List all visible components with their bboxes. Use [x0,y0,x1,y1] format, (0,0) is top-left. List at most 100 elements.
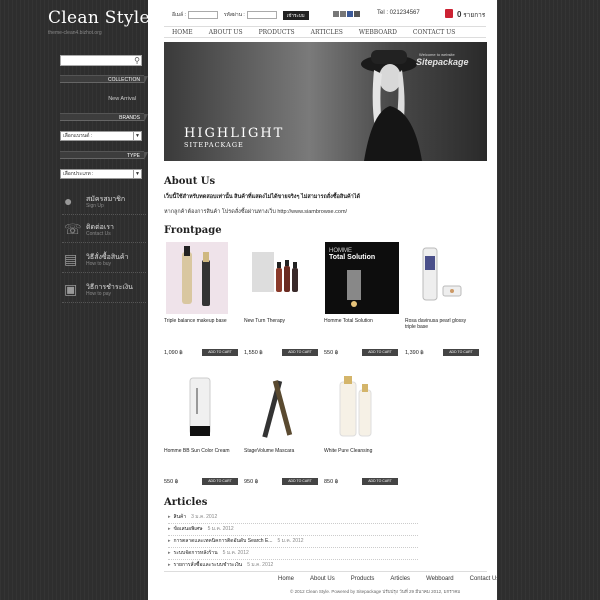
product-image[interactable] [326,372,388,444]
product-image[interactable] [246,242,308,314]
copyright: © 2012 Clean Style. Powered by Sitepacka… [290,589,461,594]
article-date: 5 ม.ค. 2012 [222,550,249,556]
article-title[interactable]: การตลาดและเทคนิคการติดอันดับ Search E... [174,538,273,544]
article-title[interactable]: ข้อเสนอพิเศษ [174,526,203,532]
brand-select-value: เลือกแบรนด์ : [63,133,93,139]
article-date: 5 ม.ค. 2012 [247,562,274,568]
sidebar-item-how-to-buy[interactable]: ▤ วิธีสั่งซื้อสินค้า How to buy [62,249,146,273]
right-background [497,0,600,600]
login-button[interactable]: เข้าระบบ [282,10,309,20]
hero-subtitle: SITEPACKAGE [184,141,244,149]
collection-heading: COLLECTION [60,75,148,84]
sidebar-item-sign-up[interactable]: ● สมัครสมาชิก Sign Up [62,191,146,215]
nav-articles[interactable]: ARTICLES [303,29,351,36]
sidebar-item-sublabel: Sign Up [86,203,104,209]
article-title[interactable]: สินค้า [174,514,187,520]
footer-link-contact-us[interactable]: Contact Us [462,576,508,582]
add-to-cart-button[interactable]: ADD TO CART [362,349,398,356]
list-item[interactable]: ▸ การตลาดและเทคนิคการติดอันดับ Search E..… [168,536,418,548]
product-card[interactable]: Triple balance makeup base 1,090 ฿ ADD T… [164,242,238,356]
hero-banner[interactable]: Welcome to website Sitepackage HIGHLIGHT… [164,42,487,161]
product-name[interactable]: Triple balance makeup base [164,318,236,332]
footer-link-products[interactable]: Products [343,576,383,582]
product-image[interactable] [166,372,228,444]
product-image[interactable] [246,372,308,444]
password-field[interactable] [246,11,277,19]
add-to-cart-button[interactable]: ADD TO CART [282,478,318,485]
product-image[interactable] [166,242,228,314]
search-icon[interactable]: ⚲ [134,56,140,66]
article-date: 5 ม.ค. 2012 [277,538,304,544]
list-item[interactable]: ▸ ระบบจัดการหลังร้าน 5 ม.ค. 2012 [168,548,418,560]
article-date: 3 ม.ค. 2012 [191,514,218,520]
footer-link-webboard[interactable]: Webboard [418,576,462,582]
sidebar-item-sublabel: How to pay [86,291,112,297]
nav-contact-us[interactable]: CONTACT US [405,29,463,36]
svg-text:Total Solution: Total Solution [329,254,375,261]
sidebar-search-input[interactable]: ⚲ [60,55,142,66]
product-card[interactable]: HOMME Total Solution Homme Total Solution… [324,242,399,356]
bullet-icon: ▸ [168,514,171,520]
product-name[interactable]: Rosa davinusa pearl glossy triple base [405,318,477,332]
footer-link-home[interactable]: Home [270,576,302,582]
cart-count: 0 [457,10,462,19]
bullet-icon: ▸ [168,562,171,568]
add-to-cart-button[interactable]: ADD TO CART [443,349,479,356]
product-name[interactable]: White Pure Cleansing [324,448,396,462]
product-price: 550 ฿ [164,479,179,485]
chevron-down-icon: ▼ [133,132,141,140]
product-name[interactable]: New Turn Therapy [244,318,316,332]
list-item[interactable]: ▸ สินค้า 3 ม.ค. 2012 [168,512,418,524]
cart-status[interactable]: 0 รายการ [457,10,485,20]
bullet-icon: ▸ [168,538,171,544]
hero-title: HIGHLIGHT [184,126,285,141]
footer-nav: Home About Us Products Articles Webboard… [270,576,507,582]
brand-select[interactable]: เลือกแบรนด์ : ▼ [60,131,142,141]
add-to-cart-button[interactable]: ADD TO CART [282,349,318,356]
list-item[interactable]: ▸ ข้อเสนอพิเศษ 5 ม.ค. 2012 [168,524,418,536]
add-to-cart-button[interactable]: ADD TO CART [362,478,398,485]
add-to-cart-button[interactable]: ADD TO CART [202,349,238,356]
article-title[interactable]: ระบบจัดการหลังร้าน [174,550,218,556]
telephone: Tel : 021234567 [377,10,420,16]
nav-products[interactable]: PRODUCTS [251,29,303,36]
phone-icon: ☏ [64,221,82,237]
type-select[interactable]: เลือกประเภท : ▼ [60,169,142,179]
articles-list: ▸ สินค้า 3 ม.ค. 2012 ▸ ข้อเสนอพิเศษ 5 ม.ค. 2… [168,512,418,572]
new-arrival-link[interactable]: New Arrival [56,96,136,102]
type-heading: TYPE [60,151,148,160]
email-field[interactable] [187,11,218,19]
social-icons [333,11,360,17]
site-logo[interactable]: Clean Style [48,8,150,28]
footer-link-about-us[interactable]: About Us [302,576,343,582]
site-subtitle: theme-clean4.bizhot.org [48,30,102,36]
product-name[interactable]: StageVolume Mascara [244,448,316,462]
product-image[interactable] [407,242,469,314]
product-card[interactable]: New Turn Therapy 1,550 ฿ ADD TO CART [244,242,318,356]
brands-heading: BRANDS [60,113,148,122]
product-card[interactable]: White Pure Cleansing 850 ฿ ADD TO CART [324,372,398,485]
nav-webboard[interactable]: WEBBOARD [351,29,405,36]
email-icon[interactable] [333,11,339,17]
product-card[interactable]: Rosa davinusa pearl glossy triple base 1… [405,242,479,356]
rss-icon[interactable] [340,11,346,17]
twitter-icon[interactable] [354,11,360,17]
facebook-icon[interactable] [347,11,353,17]
type-select-value: เลือกประเภท : [63,171,94,177]
add-to-cart-button[interactable]: ADD TO CART [202,478,238,485]
about-title: About Us [164,176,216,187]
sidebar-item-contact-us[interactable]: ☏ ติดต่อเรา Contact Us [62,219,146,243]
shopping-bag-icon[interactable] [445,9,453,18]
product-image[interactable]: HOMME Total Solution [325,242,399,314]
article-title[interactable]: รายการสั่งซื้อและระบบชำระเงิน [174,562,243,568]
nav-home[interactable]: HOME [164,29,201,36]
about-text: หากลูกค้าต้องการสินค้า โปรดสั่งซื้อผ่านท… [164,209,348,215]
sidebar-item-how-to-pay[interactable]: ▣ วิธีการชำระเงิน How to pay [62,279,146,303]
footer-link-articles[interactable]: Articles [382,576,418,582]
product-name[interactable]: Homme Total Solution [324,318,396,332]
product-card[interactable]: StageVolume Mascara 950 ฿ ADD TO CART [244,372,318,485]
product-name[interactable]: Homme BB Sun Color Cream [164,448,236,462]
product-card[interactable]: Homme BB Sun Color Cream 550 ฿ ADD TO CA… [164,372,238,485]
nav-about-us[interactable]: ABOUT US [201,29,251,36]
sidebar-item-sublabel: Contact Us [86,231,111,237]
